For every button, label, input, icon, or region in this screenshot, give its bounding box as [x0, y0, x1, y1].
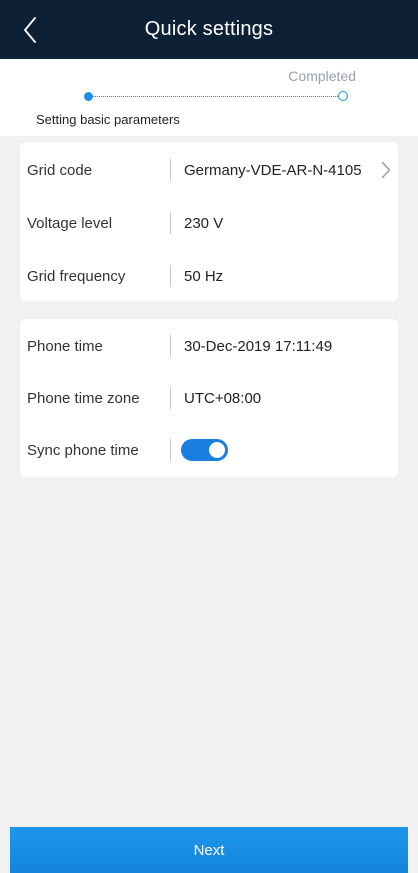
voltage-level-label: Voltage level [27, 214, 113, 232]
grid-frequency-value: 50 Hz [184, 267, 224, 285]
sync-phone-time-row: Sync phone time [20, 424, 398, 476]
phone-time-zone-row: Phone time zone UTC+08:00 [20, 372, 398, 424]
row-divider [170, 387, 171, 409]
row-divider [170, 212, 171, 234]
time-settings-card: Phone time 30-Dec-2019 17:11:49 Phone ti… [20, 319, 398, 477]
next-button[interactable]: Next [10, 827, 408, 873]
grid-code-label: Grid code [27, 161, 93, 179]
grid-code-row[interactable]: Grid code Germany-VDE-AR-N-4105 [20, 144, 398, 196]
sync-phone-time-toggle[interactable] [181, 439, 228, 461]
grid-frequency-label: Grid frequency [27, 267, 126, 285]
back-button[interactable] [14, 10, 46, 50]
phone-time-label: Phone time [27, 337, 103, 355]
page-title: Quick settings [144, 18, 274, 40]
grid-code-value: Germany-VDE-AR-N-4105 [184, 161, 362, 179]
phone-time-zone-label: Phone time zone [27, 389, 140, 407]
step-current-dot [84, 92, 93, 101]
toggle-knob [209, 442, 225, 458]
step-current-label: Setting basic parameters [36, 112, 180, 127]
grid-settings-card: Grid code Germany-VDE-AR-N-4105 Voltage … [20, 142, 398, 301]
voltage-level-row[interactable]: Voltage level 230 V [20, 197, 398, 249]
step-completed-label: Completed [288, 68, 356, 84]
row-divider [170, 265, 171, 287]
row-divider [170, 335, 171, 357]
step-indicator: Completed Setting basic parameters [0, 59, 418, 136]
row-divider [170, 439, 171, 461]
header-bar: Quick settings [0, 0, 418, 59]
chevron-left-icon [24, 17, 36, 43]
row-divider [170, 159, 171, 181]
phone-time-value: 30-Dec-2019 17:11:49 [184, 337, 333, 355]
step-progress-line [90, 96, 340, 97]
step-completed-dot [338, 91, 348, 101]
sync-phone-time-label: Sync phone time [27, 441, 139, 459]
chevron-right-icon[interactable] [378, 160, 394, 180]
grid-frequency-row[interactable]: Grid frequency 50 Hz [20, 250, 398, 302]
phone-time-row: Phone time 30-Dec-2019 17:11:49 [20, 320, 398, 372]
phone-time-zone-value: UTC+08:00 [184, 389, 262, 407]
voltage-level-value: 230 V [184, 214, 224, 232]
